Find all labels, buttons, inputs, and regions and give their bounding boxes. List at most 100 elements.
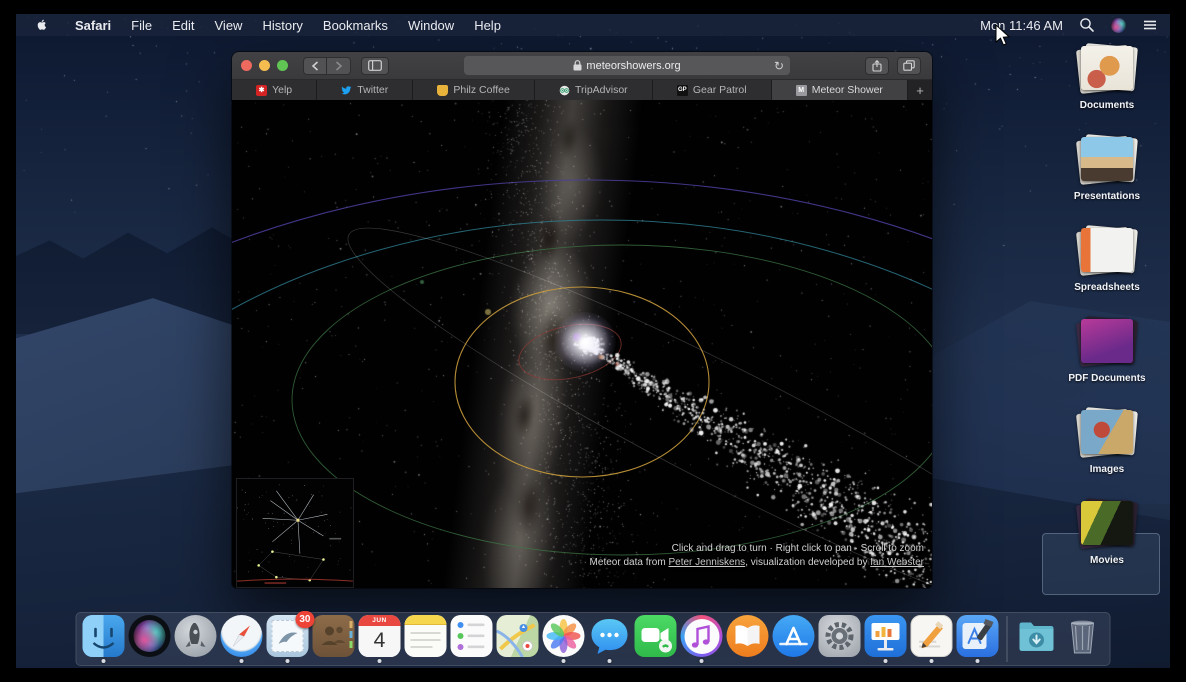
menu-item-safari[interactable]: Safari	[65, 18, 121, 33]
dock-contacts[interactable]	[311, 615, 357, 663]
nav-buttons	[303, 57, 351, 75]
minimize-window-button[interactable]	[259, 60, 270, 71]
dock-notes[interactable]	[403, 615, 449, 663]
safari-window: meteorshowers.org ↻ ✱ Yelp Twitter Philz Co…	[232, 52, 932, 588]
credit-link-webster[interactable]: Ian Webster	[870, 557, 924, 568]
toolbar-right-buttons	[865, 57, 921, 75]
menu-item-history[interactable]: History	[252, 18, 312, 33]
menu-item-view[interactable]: View	[205, 18, 253, 33]
dock-siri[interactable]	[127, 615, 173, 663]
dock-downloads[interactable]	[1014, 615, 1060, 663]
twitter-favicon	[341, 85, 352, 96]
reload-icon[interactable]: ↻	[774, 60, 784, 72]
keynote-icon	[865, 615, 907, 657]
dock-maps[interactable]	[495, 615, 541, 663]
meteor-favicon: M	[796, 85, 807, 96]
pages-icon	[911, 615, 953, 657]
dock-photos[interactable]	[541, 615, 587, 663]
trash-icon	[1062, 615, 1104, 657]
dock-keynote[interactable]	[863, 615, 909, 663]
search-icon[interactable]	[1079, 17, 1095, 33]
credit-link-jenniskens[interactable]: Peter Jenniskens	[668, 557, 745, 568]
tab-label: Philz Coffee	[453, 84, 509, 96]
sidebar-button[interactable]	[361, 57, 389, 75]
contacts-icon	[313, 615, 355, 657]
dock-launchpad[interactable]	[173, 615, 219, 663]
downloads-icon	[1016, 615, 1058, 657]
zoom-window-button[interactable]	[277, 60, 288, 71]
controls-hint: Click and drag to turn · Right click to …	[590, 542, 924, 556]
tab-yelp[interactable]: ✱ Yelp	[232, 80, 317, 100]
notification-center-icon[interactable]	[1142, 17, 1158, 33]
comet-head	[554, 312, 616, 372]
siri-icon	[129, 615, 171, 657]
stack-label: PDF Documents	[1068, 373, 1145, 384]
dock-pages[interactable]	[909, 615, 955, 663]
stack-pdf-documents-icon	[1077, 315, 1137, 367]
tab-label: Gear Patrol	[693, 84, 747, 96]
dock-app-store[interactable]	[771, 615, 817, 663]
menu-item-window[interactable]: Window	[398, 18, 464, 33]
dock-reminders[interactable]	[449, 615, 495, 663]
share-button[interactable]	[865, 57, 889, 75]
siri-icon[interactable]	[1111, 18, 1126, 33]
dock-books[interactable]	[725, 615, 771, 663]
running-indicator	[976, 659, 980, 663]
calendar-icon: JUN 4	[359, 615, 401, 657]
safari-icon	[221, 615, 263, 657]
tab-meteor-shower[interactable]: M Meteor Shower	[772, 80, 908, 100]
messages-icon	[589, 615, 631, 657]
menu-item-edit[interactable]: Edit	[162, 18, 204, 33]
close-window-button[interactable]	[241, 60, 252, 71]
dock-safari[interactable]	[219, 615, 265, 663]
dock-finder[interactable]	[81, 615, 127, 663]
tab-overview-button[interactable]	[897, 57, 921, 75]
dock-mail[interactable]: 30	[265, 615, 311, 663]
stack-documents[interactable]: Documents	[1052, 40, 1162, 131]
tab-label: Yelp	[272, 84, 292, 96]
menu-item-bookmarks[interactable]: Bookmarks	[313, 18, 398, 33]
tab-twitter[interactable]: Twitter	[317, 80, 413, 100]
meteor-visualization[interactable]: Click and drag to turn · Right click to …	[232, 100, 932, 588]
running-indicator	[240, 659, 244, 663]
running-indicator	[608, 659, 612, 663]
running-indicator	[378, 659, 382, 663]
menu-item-help[interactable]: Help	[464, 18, 511, 33]
tripadvisor-favicon	[559, 85, 570, 96]
stack-presentations-icon	[1077, 133, 1137, 185]
safari-toolbar: meteorshowers.org ↻	[232, 52, 932, 80]
dock-calendar[interactable]: JUN 4	[357, 615, 403, 663]
dock-system-preferences[interactable]	[817, 615, 863, 663]
radiant-star-map	[236, 478, 354, 588]
running-indicator	[700, 659, 704, 663]
forward-button[interactable]	[327, 57, 351, 75]
running-indicator	[102, 659, 106, 663]
stack-label: Documents	[1080, 100, 1134, 111]
tab-gear-patrol[interactable]: GP Gear Patrol	[653, 80, 772, 100]
tab-philz-coffee[interactable]: Philz Coffee	[413, 80, 535, 100]
apple-menu-icon[interactable]	[34, 17, 49, 33]
maps-icon	[497, 615, 539, 657]
new-tab-button[interactable]: +	[908, 80, 932, 100]
dock-messages[interactable]	[587, 615, 633, 663]
dock-music[interactable]	[679, 615, 725, 663]
tab-bar: ✱ Yelp Twitter Philz Coffee TripAdvisor GP Gea…	[232, 80, 932, 100]
music-icon	[681, 615, 723, 657]
stack-label: Spreadsheets	[1074, 282, 1140, 293]
stack-pdf-documents[interactable]: PDF Documents	[1052, 313, 1162, 404]
tab-tripadvisor[interactable]: TripAdvisor	[535, 80, 653, 100]
dock-xcode[interactable]	[955, 615, 1001, 663]
stack-presentations[interactable]: Presentations	[1052, 131, 1162, 222]
stack-spreadsheets[interactable]: Spreadsheets	[1052, 222, 1162, 313]
dock-trash[interactable]	[1060, 615, 1106, 663]
stack-spreadsheets-icon	[1077, 224, 1137, 276]
menu-item-file[interactable]: File	[121, 18, 162, 33]
stack-movies[interactable]: Movies	[1052, 495, 1162, 586]
back-button[interactable]	[303, 57, 327, 75]
desktop-root: Safari File Edit View History Bookmarks Window…	[0, 0, 1186, 682]
menu-clock[interactable]: Mon 11:46 AM	[980, 18, 1063, 33]
dock-facetime[interactable]	[633, 615, 679, 663]
stack-images[interactable]: Images	[1052, 404, 1162, 495]
address-bar[interactable]: meteorshowers.org ↻	[464, 56, 790, 75]
photos-icon	[543, 615, 585, 657]
